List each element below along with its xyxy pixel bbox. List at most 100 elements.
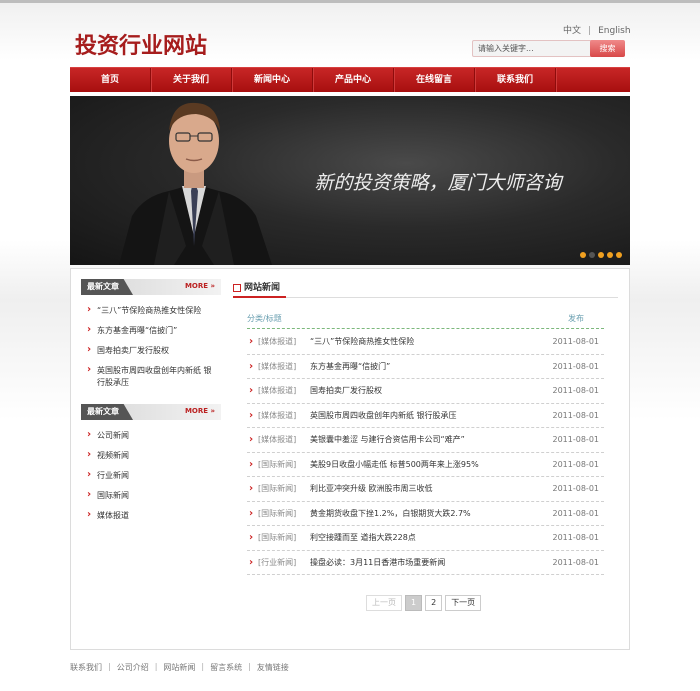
- news-row[interactable]: [媒体报道] “三八”节保险商热推女性保险 2011-08-01: [247, 330, 604, 355]
- categories-list: 公司新闻 视频新闻 行业新闻 国际新闻 媒体报道: [85, 429, 215, 530]
- news-section-title: 网站新闻: [233, 282, 287, 298]
- businessman-image: [119, 102, 272, 265]
- category-item[interactable]: 媒体报道: [85, 509, 215, 522]
- news-date: 2011-08-01: [552, 361, 600, 371]
- news-row[interactable]: [媒体报道] 国寿拍卖厂发行股权 2011-08-01: [247, 379, 604, 404]
- language-switcher: 中文 | English: [563, 23, 631, 36]
- news-category[interactable]: [媒体报道]: [258, 330, 296, 353]
- latest-articles-title: 最新文章: [81, 279, 133, 295]
- category-item[interactable]: 视频新闻: [85, 449, 215, 462]
- slide-dot[interactable]: [598, 252, 604, 258]
- content-panel: 最新文章 MORE » “三八”节保险商热推女性保险 东方基金再曝“信披门” 国…: [70, 268, 630, 650]
- latest-article-item[interactable]: 英国股市周四收盘创年内新纸 银行股承压: [85, 364, 215, 389]
- slide-dot[interactable]: [607, 252, 613, 258]
- news-row[interactable]: [行业新闻] 操盘必读：3月11日香港市场重要新闻 2011-08-01: [247, 551, 604, 575]
- category-item[interactable]: 行业新闻: [85, 469, 215, 482]
- news-title[interactable]: 利比亚冲突升级 欧洲股市周三收低: [310, 477, 433, 500]
- news-title[interactable]: 国寿拍卖厂发行股权: [310, 379, 382, 402]
- news-category[interactable]: [国际新闻]: [258, 477, 296, 500]
- latest-article-item[interactable]: 东方基金再曝“信披门”: [85, 324, 215, 337]
- news-section-header: 网站新闻: [233, 282, 618, 298]
- footer-separator: |: [108, 662, 111, 671]
- footer-link-news[interactable]: 网站新闻: [163, 662, 195, 673]
- news-category[interactable]: [行业新闻]: [258, 551, 296, 574]
- categories-title: 最新文章: [81, 404, 133, 420]
- slide-dot[interactable]: [589, 252, 595, 258]
- news-category[interactable]: [国际新闻]: [258, 502, 296, 525]
- footer-separator: |: [201, 662, 205, 671]
- latest-article-item[interactable]: “三八”节保险商热推女性保险: [85, 304, 215, 317]
- news-row[interactable]: [媒体报道] 东方基金再曝“信披门” 2011-08-01: [247, 355, 604, 379]
- news-title[interactable]: 操盘必读：3月11日香港市场重要新闻: [310, 551, 445, 574]
- news-row[interactable]: [媒体报道] 美银囊中羞涩 与建行合资信用卡公司“难产” 2011-08-01: [247, 428, 604, 453]
- news-date: 2011-08-01: [552, 410, 600, 420]
- news-row[interactable]: [国际新闻] 黄金期货收盘下挫1.2%，白银期货大跌2.7% 2011-08-01: [247, 502, 604, 526]
- news-date: 2011-08-01: [552, 533, 600, 542]
- banner-slogan: 新的投资策略，厦门大师咨询: [314, 172, 562, 194]
- news-column-header: 分类/标题 发布: [247, 311, 604, 329]
- search-input[interactable]: 请输入关键字...: [472, 40, 592, 57]
- top-strip: [0, 0, 700, 3]
- news-category[interactable]: [媒体报道]: [258, 355, 296, 378]
- news-title[interactable]: 利空接踵而至 道指大跌228点: [310, 526, 416, 549]
- col-date-label: 发布: [568, 314, 584, 323]
- news-title[interactable]: “三八”节保险商热推女性保险: [310, 330, 414, 353]
- nav-home[interactable]: 首页: [70, 68, 151, 92]
- footer-separator: |: [154, 662, 158, 671]
- latest-article-item[interactable]: 国寿拍卖厂发行股权: [85, 344, 215, 357]
- lang-english-link[interactable]: English: [598, 26, 631, 36]
- footer-link-about[interactable]: 公司介绍: [117, 662, 149, 673]
- nav-message[interactable]: 在线留言: [394, 68, 475, 92]
- footer-link-friends[interactable]: 友情链接: [257, 662, 289, 673]
- news-category[interactable]: [媒体报道]: [258, 379, 296, 402]
- search-button[interactable]: 搜索: [590, 40, 625, 57]
- site-logo[interactable]: 投资行业网站: [75, 28, 207, 60]
- lang-chinese-link[interactable]: 中文: [563, 23, 581, 36]
- pagination: 上一页 1 2 下一页: [366, 595, 482, 611]
- nav-products[interactable]: 产品中心: [313, 68, 394, 92]
- lang-separator: |: [588, 26, 592, 36]
- hero-banner[interactable]: 新的投资策略，厦门大师咨询: [70, 96, 630, 265]
- categories-more-link[interactable]: MORE »: [185, 407, 215, 415]
- slide-dot[interactable]: [616, 252, 622, 258]
- latest-more-link[interactable]: MORE »: [185, 282, 215, 290]
- news-date: 2011-08-01: [552, 484, 600, 493]
- news-title[interactable]: 东方基金再曝“信披门”: [310, 355, 390, 378]
- news-date: 2011-08-01: [552, 337, 600, 346]
- news-title[interactable]: 黄金期货收盘下挫1.2%，白银期货大跌2.7%: [310, 502, 471, 525]
- slide-dot[interactable]: [580, 252, 586, 258]
- news-title[interactable]: 英国股市周四收盘创年内新纸 银行股承压: [310, 404, 457, 427]
- news-list: [媒体报道] “三八”节保险商热推女性保险 2011-08-01 [媒体报道] 东方基…: [247, 330, 604, 575]
- news-row[interactable]: [媒体报道] 英国股市周四收盘创年内新纸 银行股承压 2011-08-01: [247, 404, 604, 428]
- news-row[interactable]: [国际新闻] 美股9日收盘小幅走低 标普500两年来上涨95% 2011-08-01: [247, 453, 604, 477]
- footer-separator: |: [248, 662, 251, 671]
- nav-news[interactable]: 新闻中心: [232, 68, 313, 92]
- col-title-label: 分类/标题: [247, 314, 282, 323]
- footer-links: 联系我们 | 公司介绍 | 网站新闻 | 留言系统 | 友情链接: [70, 662, 289, 673]
- category-item[interactable]: 公司新闻: [85, 429, 215, 442]
- news-category[interactable]: [国际新闻]: [258, 453, 296, 476]
- news-title[interactable]: 美股9日收盘小幅走低 标普500两年来上涨95%: [310, 453, 479, 476]
- footer-link-contact[interactable]: 联系我们: [70, 662, 102, 673]
- prev-page-button[interactable]: 上一页: [366, 595, 402, 611]
- news-date: 2011-08-01: [552, 557, 600, 567]
- news-row[interactable]: [国际新闻] 利比亚冲突升级 欧洲股市周三收低 2011-08-01: [247, 477, 604, 502]
- page-button-2[interactable]: 2: [425, 595, 443, 611]
- nav-about[interactable]: 关于我们: [151, 68, 232, 92]
- news-row[interactable]: [国际新闻] 利空接踵而至 道指大跌228点 2011-08-01: [247, 526, 604, 551]
- news-date: 2011-08-01: [552, 386, 600, 395]
- page-button-1[interactable]: 1: [405, 595, 423, 611]
- news-date: 2011-08-01: [552, 459, 600, 469]
- news-category[interactable]: [媒体报道]: [258, 404, 296, 427]
- news-category[interactable]: [国际新闻]: [258, 526, 296, 549]
- news-category[interactable]: [媒体报道]: [258, 428, 296, 451]
- categories-header: 最新文章 MORE »: [81, 404, 221, 420]
- latest-articles-list: “三八”节保险商热推女性保险 东方基金再曝“信披门” 国寿拍卖厂发行股权 英国股…: [85, 304, 215, 397]
- next-page-button[interactable]: 下一页: [445, 595, 482, 611]
- news-title[interactable]: 美银囊中羞涩 与建行合资信用卡公司“难产”: [310, 428, 465, 451]
- category-item[interactable]: 国际新闻: [85, 489, 215, 502]
- nav-contact[interactable]: 联系我们: [475, 68, 556, 92]
- main-nav: 首页 关于我们 新闻中心 产品中心 在线留言 联系我们: [70, 67, 630, 92]
- footer-link-message[interactable]: 留言系统: [210, 662, 242, 673]
- news-date: 2011-08-01: [552, 508, 600, 518]
